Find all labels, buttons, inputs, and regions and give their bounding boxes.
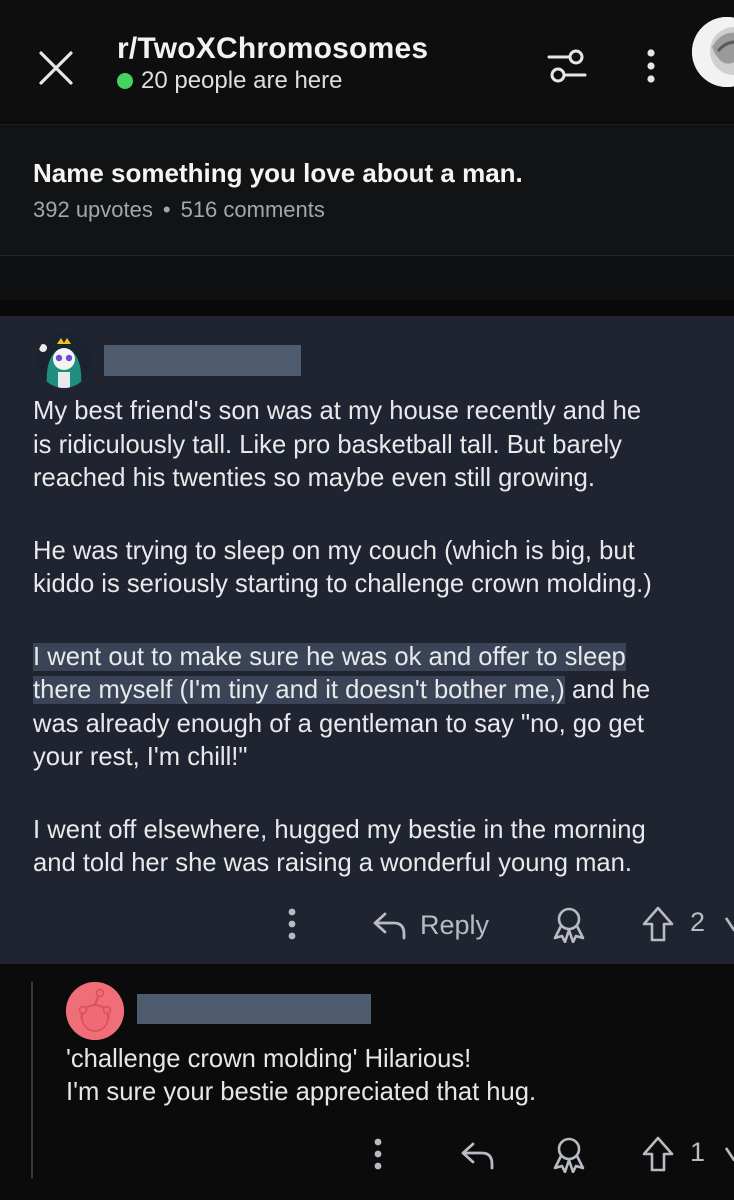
subreddit-name[interactable]: r/TwoXChromosomes [117, 32, 428, 66]
reply-icon [372, 910, 408, 940]
close-icon[interactable] [38, 50, 74, 86]
comment-paragraph-3: I went out to make sure he was ok and of… [33, 642, 651, 771]
award-icon[interactable] [551, 905, 587, 943]
post-card[interactable] [0, 124, 734, 257]
upvote-count: 392 upvotes [33, 197, 153, 222]
post-meta: 392 upvotes • 516 comments [33, 197, 325, 223]
upvote-icon[interactable] [641, 904, 675, 944]
meta-separator: • [162, 197, 171, 222]
more-vertical-icon[interactable] [639, 46, 663, 86]
online-count: 20 people are here [141, 67, 343, 94]
comment-body: My best friend's son was at my house rec… [33, 395, 733, 920]
vote-score: 2 [690, 907, 706, 937]
commenter-avatar[interactable] [37, 332, 91, 388]
downvote-icon[interactable] [724, 1142, 734, 1166]
sort-filter-icon[interactable] [545, 48, 589, 84]
thread-line[interactable] [31, 982, 33, 1178]
selected-text[interactable]: there myself (I'm tiny and it doesn't bo… [33, 676, 565, 704]
selected-text[interactable]: I went out to make sure he was ok and of… [33, 642, 626, 671]
comment-paragraph-1: My best friend's son was at my house rec… [33, 397, 642, 492]
downvote-icon[interactable] [724, 912, 734, 936]
comment-count: 516 comments [180, 197, 325, 222]
vote-score: 1 [690, 1137, 706, 1167]
reply-label: Reply [420, 909, 490, 940]
comment-paragraph-4: I went off elsewhere, hugged my bestie i… [33, 815, 646, 878]
post-title[interactable]: Name something you love about a man. [33, 158, 523, 189]
reply-button[interactable]: Reply [372, 905, 489, 945]
divider [0, 256, 734, 300]
username-redacted [104, 345, 301, 376]
comment-paragraph-2: He was trying to sleep on my couch (whic… [33, 536, 652, 599]
comment-body: 'challenge crown molding' Hilarious! I'm… [66, 1045, 537, 1106]
divider [0, 300, 734, 316]
upvote-icon[interactable] [641, 1134, 675, 1174]
comment-more-icon[interactable] [280, 906, 304, 942]
award-icon[interactable] [551, 1135, 587, 1173]
reply-icon[interactable] [460, 1138, 496, 1172]
online-status-dot [117, 73, 133, 89]
commenter-avatar[interactable] [66, 982, 124, 1040]
username-redacted [137, 994, 371, 1024]
comment-more-icon[interactable] [366, 1136, 390, 1172]
